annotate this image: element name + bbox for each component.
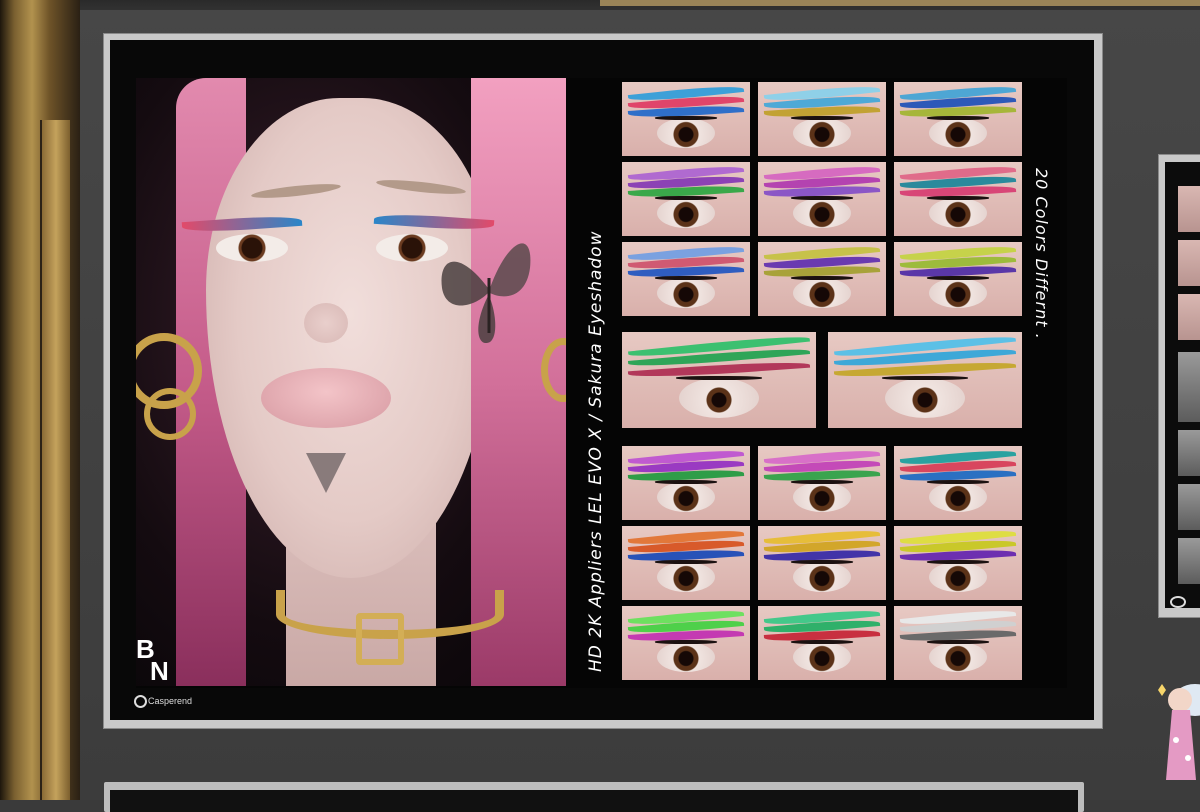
eyeshadow-swatch [622,162,750,236]
eyeliner-line [655,480,717,485]
eye-preview [657,481,715,512]
eyeliner-line [927,480,989,485]
product-poster[interactable]: B N Casperend HD 2K Appliers LEL EVO X /… [134,78,1067,709]
adjacent-swatch [1178,352,1200,422]
adjacent-swatch [1178,294,1200,340]
eyeliner-line [655,640,717,645]
eye-preview [793,197,851,228]
eye-preview [679,378,759,419]
lips [261,368,391,428]
eye-preview [929,561,987,592]
eye-preview [793,481,851,512]
eyeliner-line [927,560,989,565]
cupid-sticker-icon[interactable] [1150,670,1200,800]
brand-logo: B N [136,634,169,686]
vendor-logo-icon [134,695,147,709]
eyeshadow-swatch [758,526,886,600]
eyeshadow-swatch [622,606,750,680]
adjacent-vendor-logo-icon [1170,596,1186,608]
eyeliner-line [655,560,717,565]
product-title: HD 2K Appliers LEL EVO X / Sakura Eyesha… [586,230,606,672]
model-portrait [136,78,566,686]
eyeliner-line [791,116,853,121]
eyeshadow-swatch [894,82,1022,156]
eye-preview [793,117,851,148]
necklace-pendant [356,613,404,665]
eyeshadow-swatch [894,526,1022,600]
adjacent-swatch [1178,484,1200,530]
adjacent-swatch [1178,538,1200,584]
eyeshadow-swatch [622,332,816,428]
eye-preview [657,117,715,148]
eyeliner-line [927,196,989,201]
eyeshadow-swatch [894,242,1022,316]
eyeshadow-swatch [622,82,750,156]
eyeshadow-swatch [894,162,1022,236]
eyeliner-line [791,640,853,645]
butterfly-tattoo-icon [441,243,531,344]
eye-preview [657,561,715,592]
eyeshadow-swatch [622,526,750,600]
eyeliner-line [655,116,717,121]
eyeshadow-swatch [622,242,750,316]
earring-ring-left [144,388,196,440]
eyeliner-line [655,196,717,201]
eye-preview [793,277,851,308]
adjacent-swatch [1178,430,1200,476]
eyeliner-line [791,560,853,565]
eyeshadow-swatch [758,82,886,156]
eyeshadow-swatch [758,446,886,520]
eyeshadow-swatch [758,162,886,236]
eyeshadow-swatch [758,242,886,316]
eyeshadow-swatch [894,446,1022,520]
wall-pillar [40,120,70,800]
eyeshadow-swatch [828,332,1022,428]
eyeliner-line [927,640,989,645]
adjacent-swatch [1178,240,1200,286]
eye-preview [929,117,987,148]
nose [304,303,348,343]
product-subtitle: 20 Colors Differnt . [1032,168,1051,340]
eyeshadow-swatch [622,446,750,520]
eye-preview [885,378,965,419]
eye-preview [793,561,851,592]
adjacent-swatch [1178,186,1200,232]
vendor-logo: Casperend [134,693,204,709]
lower-poster-frame[interactable] [104,782,1084,812]
eye-preview [929,277,987,308]
eyeliner-line [791,196,853,201]
eyeliner-line [927,116,989,121]
eyeliner-line [791,276,853,281]
eye-preview [657,641,715,672]
eye-preview [793,641,851,672]
eye-preview [657,277,715,308]
eye-left [216,234,288,262]
eye-preview [929,481,987,512]
eyeliner-line [791,480,853,485]
eye-preview [657,197,715,228]
eye-preview [929,197,987,228]
eyeliner-line [655,276,717,281]
eyeliner-line [927,276,989,281]
eyeliner-line [882,376,968,381]
eye-preview [929,641,987,672]
eyeshadow-swatch [894,606,1022,680]
eyeliner-line [676,376,762,381]
eyeshadow-swatch [758,606,886,680]
